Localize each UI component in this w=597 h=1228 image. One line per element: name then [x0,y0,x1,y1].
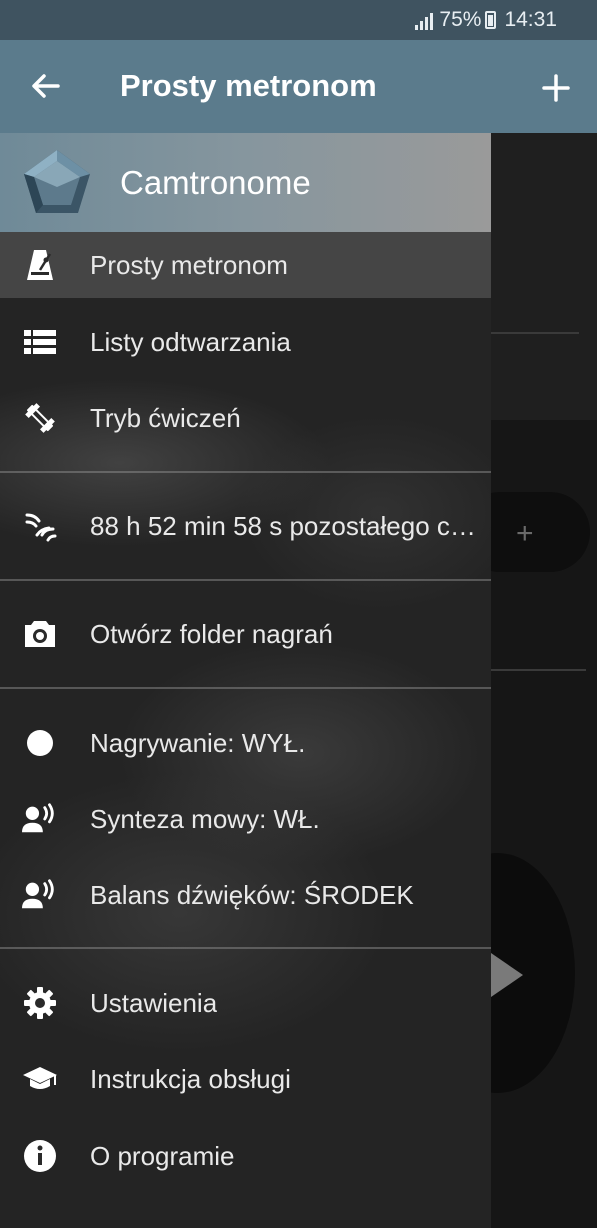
menu-item-open-recordings-folder[interactable]: Otwórz folder nagrań [0,601,491,667]
plus-icon[interactable] [532,64,580,112]
menu-item-sound-balance[interactable]: Balans dźwięków: ŚRODEK [0,862,491,928]
pentagon-gem-icon [20,147,94,217]
menu-item-label: O programie [90,1140,235,1171]
menu-item-label: Prosty metronom [90,249,288,280]
menu-item-label: Otwórz folder nagrań [90,618,333,649]
menu-item-speech-synthesis[interactable]: Synteza mowy: WŁ. [0,786,491,852]
drawer-divider [0,471,491,473]
menu-item-settings[interactable]: Ustawienia [0,970,491,1036]
menu-item-label: Synteza mowy: WŁ. [90,803,320,834]
menu-item-label: Listy odtwarzania [90,326,291,357]
menu-item-practice-mode[interactable]: Tryb ćwiczeń [0,385,491,451]
graduation-cap-icon [22,1061,58,1097]
status-bar: 75% 14:31 [0,0,597,40]
drawer-divider [0,687,491,689]
menu-item-label: Balans dźwięków: ŚRODEK [90,879,414,910]
menu-item-label: Instrukcja obsługi [90,1063,291,1094]
record-dot-icon [22,725,58,761]
info-icon [22,1138,58,1174]
menu-item-recording-toggle[interactable]: Nagrywanie: WYŁ. [0,710,491,776]
background-add-button: + [516,517,534,550]
metronome-icon [22,247,58,283]
signal-icon [413,10,434,30]
clock: 14:31 [504,8,557,31]
toolbar-title: Prosty metronom [120,68,377,103]
gear-icon [22,985,58,1021]
menu-item-about[interactable]: O programie [0,1123,491,1189]
battery-icon [485,11,497,29]
menu-item-label: 88 h 52 min 58 s pozostałego czasu [90,510,485,541]
battery-percent: 75% [439,8,482,31]
camera-icon [22,616,58,652]
menu-item-label: Ustawienia [90,987,218,1018]
drawer-divider [0,947,491,949]
drawer-divider [0,579,491,581]
drawer-app-name: Camtronome [120,164,311,201]
app-toolbar: Prosty metronom [0,40,597,133]
play-icon [491,953,523,997]
background-panel [491,133,597,420]
background-divider [491,669,586,671]
speaker-person-icon [22,877,58,913]
arrow-left-icon[interactable] [24,64,68,108]
speaker-person-icon [22,801,58,837]
drawer-header: Camtronome [0,133,491,232]
list-icon [22,324,58,360]
menu-item-user-manual[interactable]: Instrukcja obsługi [0,1046,491,1112]
menu-item-label: Nagrywanie: WYŁ. [90,727,306,758]
menu-item-remaining-time[interactable]: 88 h 52 min 58 s pozostałego czasu [0,493,491,559]
background-divider [491,332,579,334]
menu-item-playlists[interactable]: Listy odtwarzania [0,309,491,375]
broadcast-icon [22,508,58,544]
dumbbell-icon [22,400,58,436]
navigation-drawer: Camtronome Prosty metronom Listy odtwarz… [0,133,491,1228]
menu-item-simple-metronome[interactable]: Prosty metronom [0,232,491,298]
menu-item-label: Tryb ćwiczeń [90,402,241,433]
